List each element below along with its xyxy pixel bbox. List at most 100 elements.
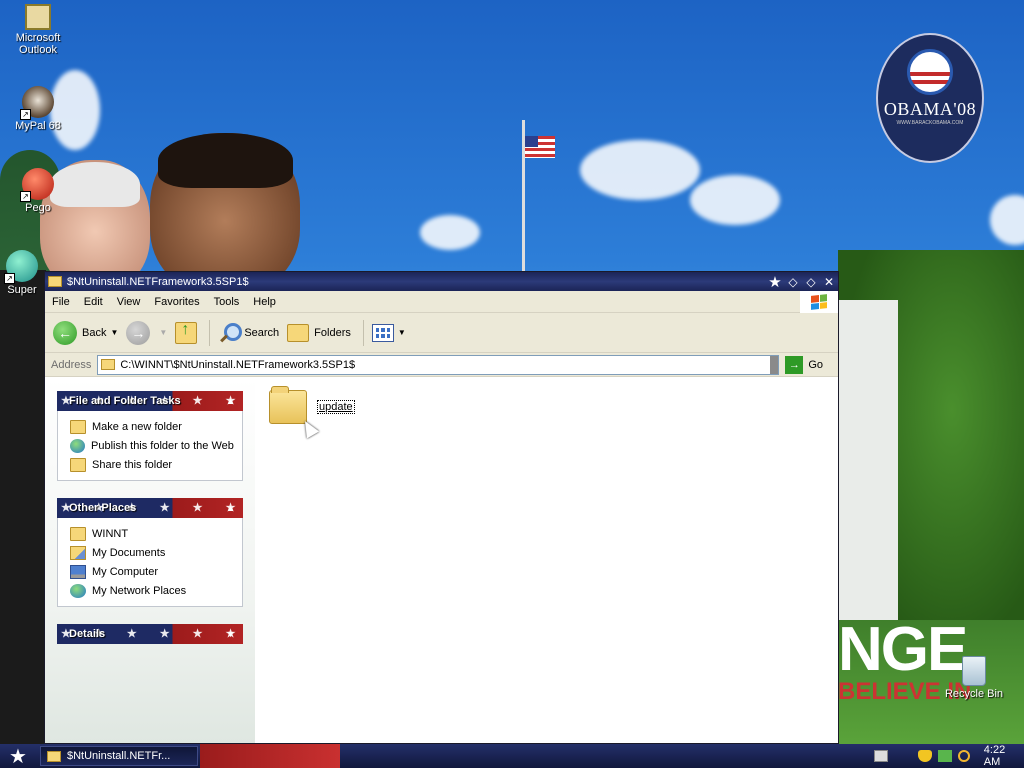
obama-logo-text: OBAMA'08 (883, 99, 977, 119)
desktop-icon-label: Pego (25, 202, 51, 214)
task-label: Make a new folder (92, 421, 182, 433)
new-folder-icon (70, 420, 86, 434)
address-bar: Address C:\WINNT\$NtUninstall.NETFramewo… (45, 353, 838, 377)
group-body: WINNT My Documents My Computer My Networ… (57, 518, 243, 607)
folders-label: Folders (314, 326, 351, 339)
desktop-icon-label: Microsoft Outlook (15, 32, 61, 56)
desktop-icon-label: Recycle Bin (944, 688, 1004, 700)
obama-logo-sub: WWW.BARACKOBAMA.COM (896, 120, 964, 126)
wallpaper-cloud (580, 140, 700, 200)
shortcut-arrow-icon: ↗ (4, 273, 15, 284)
recycle-bin-icon (962, 656, 986, 686)
address-value: C:\WINNT\$NtUninstall.NETFramework3.5SP1… (120, 358, 356, 371)
desktop-icon-mypal[interactable]: ↗ MyPal 68 (0, 86, 76, 132)
place-my-documents[interactable]: My Documents (70, 546, 234, 560)
desktop-icon-outlook[interactable]: Microsoft Outlook (0, 4, 76, 56)
window-title: $NtUninstall.NETFramework3.5SP1$ (67, 275, 249, 288)
shield-icon[interactable] (917, 750, 932, 762)
toolbar-separator (209, 319, 211, 346)
menu-view[interactable]: View (110, 296, 148, 308)
desktop-icon-pego[interactable]: ↗ Pego (0, 168, 76, 214)
place-winnt[interactable]: WINNT (70, 527, 234, 541)
go-button[interactable]: → Go (785, 355, 824, 374)
menu-edit[interactable]: Edit (77, 296, 110, 308)
address-input[interactable]: C:\WINNT\$NtUninstall.NETFramework3.5SP1… (97, 354, 780, 375)
explorer-window: $NtUninstall.NETFramework3.5SP1$ ★ ◇ ◇ ✕… (44, 271, 839, 744)
task-make-new-folder[interactable]: Make a new folder (70, 420, 234, 434)
task-publish-folder[interactable]: Publish this folder to the Web (70, 439, 234, 453)
task-label: Publish this folder to the Web (91, 440, 234, 452)
expand-icon[interactable]: ▼ (226, 624, 235, 644)
search-icon (218, 322, 243, 344)
toolbar-separator (362, 319, 364, 346)
folder-name: update (317, 400, 355, 414)
taskbar: ★ $NtUninstall.NETFr... 4:22 AM (0, 744, 1024, 768)
group-title: File and Folder Tasks (69, 395, 181, 407)
my-documents-icon (70, 546, 86, 560)
taskbar-window-label: $NtUninstall.NETFr... (67, 750, 171, 762)
views-button[interactable]: ▼ (371, 323, 406, 342)
clock[interactable]: 4:22 AM (984, 744, 1024, 768)
place-my-network-places[interactable]: My Network Places (70, 584, 234, 598)
maximize-button[interactable]: ◇ (802, 273, 820, 290)
back-button[interactable]: ← Back ▼ (53, 320, 118, 345)
place-label: My Computer (92, 566, 159, 578)
outlook-icon (25, 4, 51, 30)
close-button[interactable]: ✕ (820, 273, 838, 290)
menu-tools[interactable]: Tools (207, 296, 247, 308)
title-bar[interactable]: $NtUninstall.NETFramework3.5SP1$ ★ ◇ ◇ ✕ (45, 272, 838, 291)
wallpaper-cloud (420, 215, 480, 250)
chevron-down-icon[interactable]: ▼ (159, 328, 167, 337)
collapse-icon[interactable]: ▲ (226, 498, 235, 518)
start-button[interactable]: ★ (0, 744, 36, 768)
other-places-header[interactable]: ★ ★ ★ ★ ★ ★ ★ ★ Other Places ▲ (57, 498, 243, 518)
network-icon[interactable] (937, 750, 952, 762)
go-label: Go (808, 358, 824, 371)
place-label: WINNT (92, 528, 129, 540)
chevron-down-icon[interactable]: ▼ (398, 328, 406, 337)
folder-item[interactable]: update (269, 386, 355, 439)
desktop-icon-label: MyPal 68 (15, 120, 61, 132)
details-group: ★ ★ ★ ★ ★ ★ ★ ★ Details ▼ (57, 624, 243, 644)
back-label: Back (82, 326, 107, 339)
file-folder-tasks-header[interactable]: ★ ★ ★ ★ ★ ★ ★ ★ File and Folder Tasks ▲ (57, 391, 243, 411)
folder-icon (269, 386, 307, 424)
pego-icon: ↗ (20, 168, 54, 202)
collapse-icon[interactable]: ▲ (226, 391, 235, 411)
taskbar-window-button[interactable]: $NtUninstall.NETFr... (40, 746, 198, 766)
search-icon[interactable] (957, 750, 970, 762)
minimize-button[interactable]: ◇ (784, 273, 802, 290)
file-folder-tasks-group: ★ ★ ★ ★ ★ ★ ★ ★ File and Folder Tasks ▲ … (57, 391, 243, 481)
place-my-computer[interactable]: My Computer (70, 565, 234, 579)
search-label: Search (244, 326, 280, 339)
go-arrow-icon: → (785, 355, 804, 374)
super-icon: ↗ (4, 250, 38, 284)
chevron-down-icon[interactable]: ▼ (110, 328, 118, 337)
menu-help[interactable]: Help (246, 296, 283, 308)
star-icon: ★ (9, 745, 27, 768)
folder-icon (48, 276, 62, 287)
address-dropdown-button[interactable] (770, 355, 779, 374)
up-folder-icon (175, 321, 198, 344)
menu-favorites[interactable]: Favorites (147, 296, 206, 308)
file-list[interactable]: update (255, 378, 838, 743)
forward-button[interactable]: → ▼ (126, 320, 167, 345)
task-share-folder[interactable]: Share this folder (70, 458, 234, 472)
wallpaper-hair (158, 133, 293, 188)
windows-flag-icon (811, 294, 827, 310)
details-header[interactable]: ★ ★ ★ ★ ★ ★ ★ ★ Details ▼ (57, 624, 243, 644)
desktop-icon-super[interactable]: ↗ Super (0, 250, 44, 296)
folders-icon (287, 323, 310, 342)
up-folder-button[interactable] (175, 321, 198, 344)
star-icon[interactable]: ★ (766, 273, 784, 291)
share-folder-icon (70, 458, 86, 472)
taskbar-decoration (200, 744, 340, 768)
desktop-icon-recycle-bin[interactable]: Recycle Bin (936, 656, 1012, 700)
group-title: Other Places (69, 502, 137, 514)
keyboard-icon[interactable] (874, 750, 888, 762)
wallpaper-cloud (990, 195, 1024, 245)
folders-button[interactable]: Folders (287, 323, 351, 342)
search-button[interactable]: Search (218, 322, 279, 344)
menu-file[interactable]: File (45, 296, 77, 308)
content-area: ★ ★ ★ ★ ★ ★ ★ ★ File and Folder Tasks ▲ … (45, 378, 838, 743)
